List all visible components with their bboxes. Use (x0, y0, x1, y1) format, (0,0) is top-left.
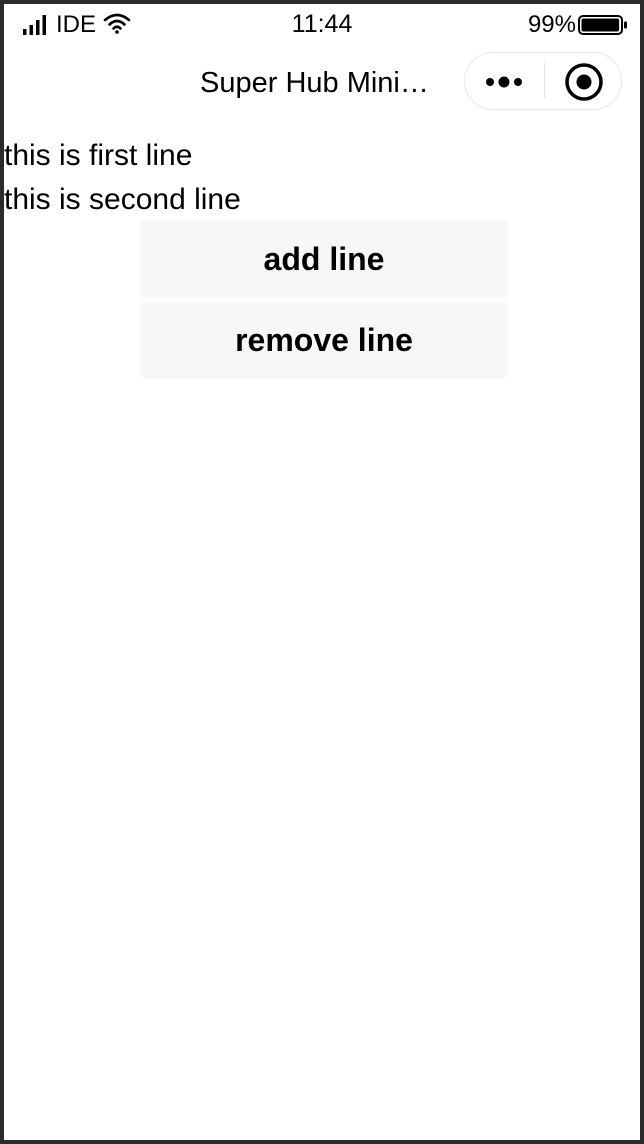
text-line-second: this is second line (4, 183, 241, 216)
battery-percent: 99% (527, 11, 576, 38)
phone-screen: IDE 11:44 99% Super Hub Mini… this is fi… (4, 4, 640, 1140)
close-target-icon[interactable] (545, 53, 621, 109)
text-line-first: this is first line (4, 139, 193, 172)
main-content: this is first line this is second line (4, 134, 640, 222)
battery-icon (578, 15, 627, 35)
add-line-button[interactable]: add line (140, 220, 508, 298)
status-bar: IDE 11:44 99% (4, 4, 640, 44)
more-dots-icon[interactable] (465, 53, 543, 109)
remove-line-button[interactable]: remove line (140, 301, 508, 379)
mini-program-capsule (464, 52, 622, 110)
page-title: Super Hub Mini… (200, 67, 429, 99)
